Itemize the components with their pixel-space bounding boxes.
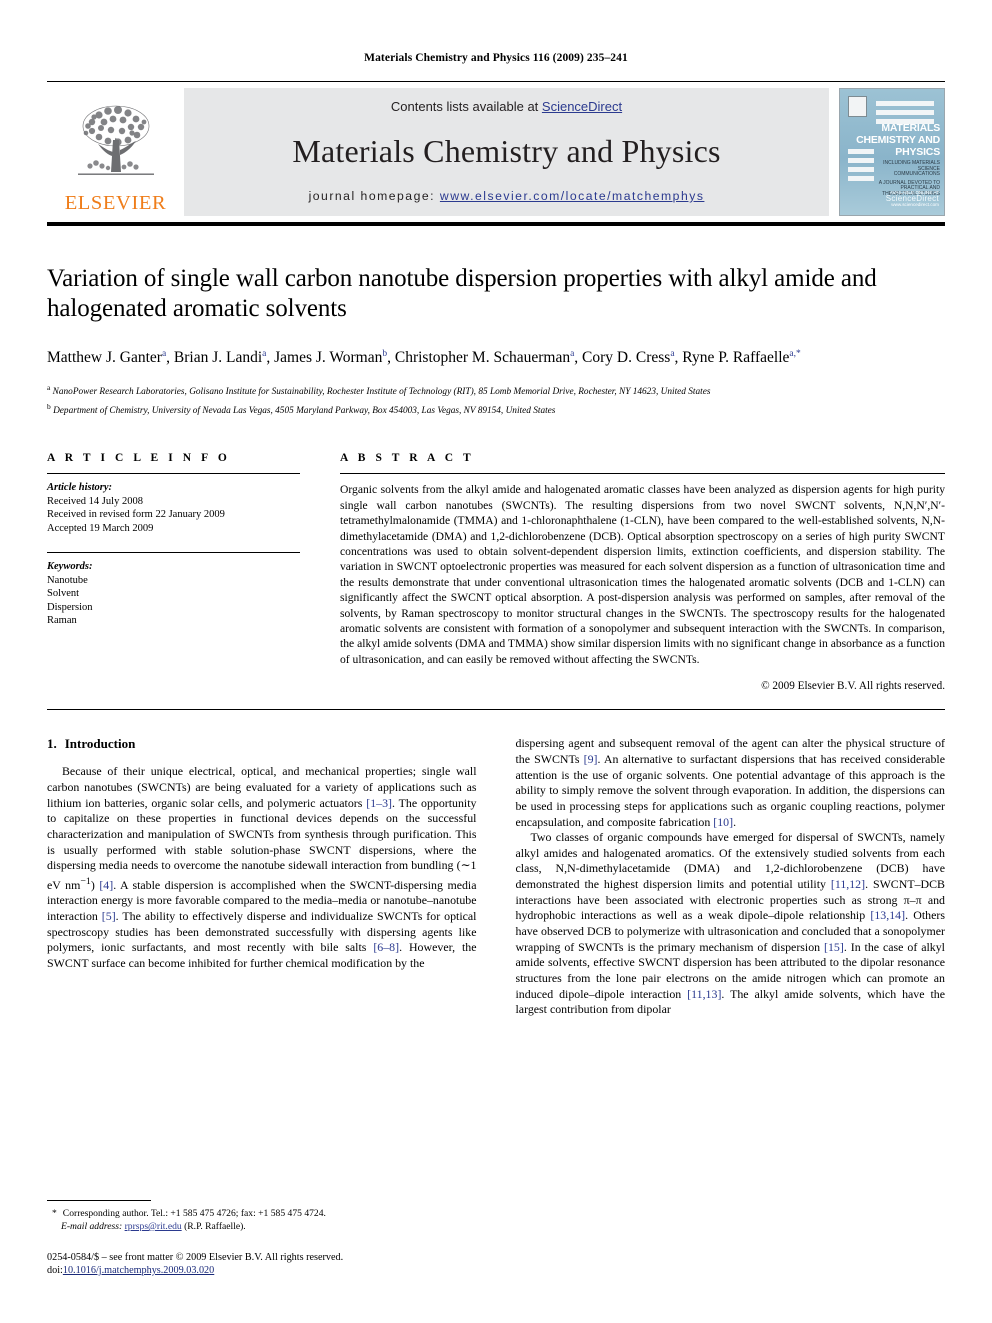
cover-title-line1: MATERIALS bbox=[881, 122, 940, 134]
contents-available-line: Contents lists available at ScienceDirec… bbox=[391, 99, 622, 114]
article-info-rule bbox=[47, 473, 300, 475]
imprint-block: 0254-0584/$ – see front matter © 2009 El… bbox=[47, 1251, 474, 1277]
doi-line: doi:10.1016/j.matchemphys.2009.03.020 bbox=[47, 1264, 474, 1277]
article-info-column: A R T I C L E I N F O Article history: R… bbox=[47, 452, 300, 692]
footnote-rule bbox=[47, 1200, 151, 1201]
sciencedirect-link[interactable]: ScienceDirect bbox=[542, 99, 622, 114]
cover-bar bbox=[876, 101, 934, 106]
banner-bottom-rule bbox=[47, 222, 945, 226]
abstract-rule bbox=[340, 473, 945, 475]
left-column: 1. Introduction Because of their unique e… bbox=[47, 736, 477, 1018]
email-label: E-mail address: bbox=[61, 1221, 123, 1232]
abstract-bottom-rule bbox=[47, 709, 945, 711]
cover-title-line2: CHEMISTRY AND bbox=[856, 134, 940, 146]
abstract-heading: A B S T R A C T bbox=[340, 452, 475, 465]
footer-block: * Corresponding author. Tel.: +1 585 475 … bbox=[47, 1200, 474, 1277]
cover-publisher-badge bbox=[848, 96, 867, 117]
right-column: dispersing agent and subsequent removal … bbox=[516, 736, 946, 1018]
keyword-item: Dispersion bbox=[47, 601, 93, 613]
cover-footer: AVAILABLE ONLINE AT ScienceDirect www.sc… bbox=[886, 190, 939, 208]
info-abstract-row: A R T I C L E I N F O Article history: R… bbox=[47, 452, 945, 692]
section-number: 1. bbox=[47, 736, 57, 752]
abstract-text: Organic solvents from the alkyl amide an… bbox=[340, 483, 945, 666]
affiliation-b-text: Department of Chemistry, University of N… bbox=[53, 405, 556, 416]
cover-footer-tiny: www.sciencedirect.com bbox=[891, 202, 939, 207]
paper-page: Materials Chemistry and Physics 116 (200… bbox=[0, 0, 992, 1323]
keywords-block: Keywords: Nanotube Solvent Dispersion Ra… bbox=[47, 560, 300, 628]
journal-title: Materials Chemistry and Physics bbox=[292, 133, 721, 169]
journal-homepage-line: journal homepage: www.elsevier.com/locat… bbox=[309, 189, 705, 203]
history-item: Accepted 19 March 2009 bbox=[47, 522, 154, 534]
keyword-item: Solvent bbox=[47, 588, 80, 600]
affiliation-a-text: NanoPower Research Laboratories, Golisan… bbox=[52, 387, 711, 398]
paragraph: Two classes of organic compounds have em… bbox=[515, 830, 946, 1017]
body-columns: 1. Introduction Because of their unique e… bbox=[47, 736, 945, 1018]
banner-center: Contents lists available at ScienceDirec… bbox=[184, 88, 829, 216]
affiliations: a NanoPower Research Laboratories, Golis… bbox=[47, 381, 945, 418]
paragraph: Because of their unique electrical, opti… bbox=[47, 764, 477, 971]
article-history-label: Article history: bbox=[47, 482, 113, 494]
affiliation-b: b Department of Chemistry, University of… bbox=[47, 401, 556, 416]
email-link[interactable]: rprsps@rit.edu bbox=[125, 1221, 182, 1232]
keywords-label: Keywords: bbox=[47, 561, 93, 573]
homepage-prefix: journal homepage: bbox=[308, 189, 440, 203]
author-list: Matthew J. Gantera, Brian J. Landia, Jam… bbox=[47, 349, 801, 367]
abstract-body: Organic solvents from the alkyl amide an… bbox=[340, 482, 945, 667]
article-history: Article history: Received 14 July 2008 R… bbox=[47, 481, 300, 535]
journal-homepage-link[interactable]: www.elsevier.com/locate/matchemphys bbox=[440, 189, 705, 203]
keyword-item: Nanotube bbox=[47, 574, 88, 586]
doi-link[interactable]: 10.1016/j.matchemphys.2009.03.020 bbox=[63, 1265, 214, 1276]
email-owner: (R.P. Raffaelle). bbox=[184, 1221, 246, 1232]
corresponding-author-marker: * bbox=[52, 1208, 57, 1219]
keyword-item: Raman bbox=[47, 615, 77, 627]
article-info-heading: A R T I C L E I N F O bbox=[47, 452, 231, 465]
title-block: Variation of single wall carbon nanotube… bbox=[47, 264, 945, 418]
cover-title: MATERIALS CHEMISTRY AND PHYSICS bbox=[840, 122, 940, 158]
journal-cover-thumbnail[interactable]: MATERIALS CHEMISTRY AND PHYSICS INCLUDIN… bbox=[839, 88, 945, 216]
cover-bar bbox=[848, 176, 874, 181]
affiliation-a: a NanoPower Research Laboratories, Golis… bbox=[47, 383, 711, 398]
paragraph: dispersing agent and subsequent removal … bbox=[515, 736, 946, 829]
cover-bar bbox=[848, 158, 874, 163]
doi-label: doi: bbox=[47, 1265, 63, 1276]
cover-bar bbox=[848, 167, 874, 172]
contents-prefix: Contents lists available at bbox=[390, 99, 542, 114]
history-item: Received 14 July 2008 bbox=[47, 495, 143, 507]
elsevier-logo: ELSEVIER bbox=[47, 88, 184, 216]
journal-banner: ELSEVIER Contents lists available at Sci… bbox=[47, 88, 945, 216]
elsevier-wordmark: ELSEVIER bbox=[64, 191, 167, 214]
page-title: Variation of single wall carbon nanotube… bbox=[47, 265, 877, 322]
section-heading-introduction: 1. Introduction bbox=[47, 736, 477, 752]
elsevier-tree-icon bbox=[77, 105, 154, 175]
abstract-copyright: © 2009 Elsevier B.V. All rights reserved… bbox=[761, 680, 945, 693]
history-item: Received in revised form 22 January 2009 bbox=[47, 509, 225, 521]
cover-bar bbox=[876, 110, 934, 115]
corresponding-author-text: Corresponding author. Tel.: +1 585 475 4… bbox=[62, 1208, 326, 1219]
cover-subtitle-line1: INCLUDING MATERIALS SCIENCE COMMUNICATIO… bbox=[883, 160, 940, 177]
corresponding-author-note: * Corresponding author. Tel.: +1 585 475 … bbox=[47, 1207, 474, 1233]
issn-line: 0254-0584/$ – see front matter © 2009 El… bbox=[47, 1252, 344, 1263]
section-title: Introduction bbox=[64, 736, 136, 752]
keywords-rule bbox=[47, 552, 300, 554]
cover-title-line3: PHYSICS bbox=[895, 146, 940, 158]
abstract-column: A B S T R A C T Organic solvents from th… bbox=[340, 452, 945, 692]
running-head: Materials Chemistry and Physics 116 (200… bbox=[364, 52, 628, 64]
header-divider bbox=[47, 81, 945, 82]
